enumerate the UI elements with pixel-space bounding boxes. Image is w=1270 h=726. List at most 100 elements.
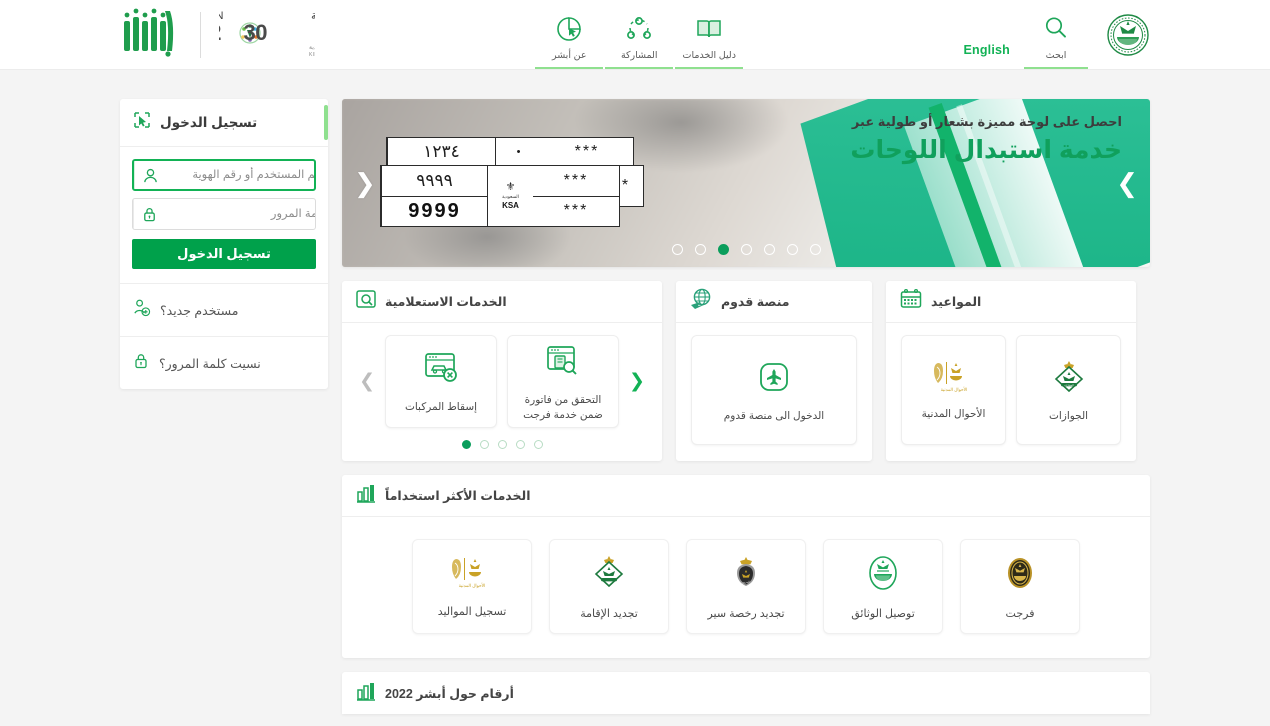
tile-label: التحقق من فاتورة ضمن خدمة فرجت — [523, 394, 603, 421]
card-header: الخدمات الأكثر استخداماً — [342, 475, 1150, 517]
svg-text:KINGDOM OF SAUDI ARABIA: KINGDOM OF SAUDI ARABIA — [309, 52, 315, 58]
card-absher-stats: أرقام حول أبشر 2022 — [342, 672, 1150, 714]
forgot-password-link[interactable]: نسيت كلمة المرور؟ — [120, 336, 328, 389]
airplane-rounded-icon — [754, 357, 794, 402]
login-column: تسجيل الدخول اسم المستخدم أو رقم الهوية … — [120, 99, 328, 714]
inquiry-search-icon — [355, 288, 377, 315]
username-field-wrap[interactable] — [132, 159, 316, 191]
logo-divider — [200, 11, 202, 58]
moi-emblem-logo[interactable] — [1102, 0, 1150, 69]
lock-question-icon — [132, 352, 150, 375]
inquiry-dot[interactable] — [479, 440, 489, 449]
most-used-item-document-delivery[interactable]: توصيل الوثائق — [823, 539, 943, 634]
svg-text:رؤيــــة: رؤيــــة — [311, 10, 315, 22]
inquiry-dot-active[interactable] — [461, 440, 471, 449]
search-button[interactable]: ابحث — [1024, 0, 1088, 69]
tile-civil-affairs[interactable]: الأحوال المدنية الأحوال المدنية — [901, 335, 1006, 445]
login-card: تسجيل الدخول اسم المستخدم أو رقم الهوية … — [120, 99, 328, 389]
share-icon — [625, 14, 653, 44]
license-plate-top: ١٢٣٤ • *** — [386, 137, 634, 167]
bar-chart-icon — [355, 680, 377, 707]
svg-text:المرور: المرور — [741, 580, 750, 584]
banner-dots — [342, 244, 1150, 255]
vision-2030-logo[interactable]: رؤيــــة VISION 2 30 المملكة العرب — [178, 6, 385, 63]
header-logos: رؤيــــة VISION 2 30 المملكة العرب — [120, 0, 385, 69]
most-used-item-farjat[interactable]: فرجت — [960, 539, 1080, 634]
card-most-used-services: الخدمات الأكثر استخداماً الأحوال المدنية… — [342, 475, 1150, 658]
password-input[interactable] — [165, 199, 315, 229]
banner-dot[interactable] — [763, 244, 775, 255]
banner-prev-arrow[interactable]: ❯ — [1116, 170, 1138, 196]
service-cards-row: الخدمات الاستعلامية ❯ إسقاط المركبات الت… — [342, 281, 1150, 461]
passports-logo — [588, 553, 630, 598]
card-header: المواعيد — [886, 281, 1136, 323]
nav-tab-services-guide[interactable]: دليل الخدمات — [675, 0, 744, 69]
nav-tab-about-absher[interactable]: عن أبشر — [535, 0, 604, 69]
tile-label: الجوازات — [1048, 409, 1089, 422]
tile-passports[interactable]: الجوازات الجوازات — [1016, 335, 1121, 445]
card-body: ❯ إسقاط المركبات التحقق من فاتورة ضمن خد… — [342, 323, 662, 461]
most-used-label: تسجيل المواليد — [437, 606, 507, 618]
password-field-wrap[interactable] — [132, 198, 316, 230]
banner-title: خدمة استبدال اللوحات — [850, 136, 1122, 165]
book-icon — [695, 14, 723, 44]
plate-latin-numerals: 9999 — [408, 199, 461, 222]
banner-dot[interactable] — [740, 244, 752, 255]
most-used-label: تجديد رخصة سير — [707, 608, 785, 620]
banner-dot[interactable] — [671, 244, 683, 255]
header-utilities: English ابحث — [963, 0, 1150, 69]
svg-text:الجوازات: الجوازات — [1064, 383, 1074, 387]
traffic-logo: المرور — [726, 553, 766, 598]
login-submit-button[interactable]: تسجيل الدخول — [132, 239, 316, 269]
login-form: تسجيل الدخول — [120, 147, 328, 283]
inquiry-dot[interactable] — [515, 440, 525, 449]
banner-dot[interactable] — [786, 244, 798, 255]
login-card-header: تسجيل الدخول — [120, 99, 328, 147]
plate-arabic-numerals-top: ١٢٣٤ — [423, 142, 460, 162]
banner-dot-active[interactable] — [717, 244, 729, 255]
tile-vehicle-scrap[interactable]: إسقاط المركبات — [385, 335, 497, 428]
plate-ksa-arabic: السعودية — [502, 194, 519, 199]
civil-affairs-logo: الأحوال المدنية — [932, 359, 976, 400]
login-title: تسجيل الدخول — [160, 114, 258, 130]
tile-invoice-check[interactable]: التحقق من فاتورة ضمن خدمة فرجت — [507, 335, 619, 428]
language-switch-link[interactable]: English — [963, 0, 1010, 69]
most-used-item-renew-vehicle-license[interactable]: المرور تجديد رخصة سير — [686, 539, 806, 634]
most-used-label: توصيل الوثائق — [851, 608, 915, 620]
inquiry-prev-arrow[interactable]: ❯ — [359, 335, 375, 428]
svg-text:الأحوال المدنية: الأحوال المدنية — [459, 582, 486, 588]
svg-text:المملكة العربية السعودية: المملكة العربية السعودية — [309, 44, 315, 51]
tile-label: إسقاط المركبات — [404, 401, 478, 414]
plate-letters-bottom: *** — [563, 202, 589, 220]
inquiry-dot[interactable] — [533, 440, 543, 449]
nav-tab-participation[interactable]: المشاركة — [605, 0, 674, 69]
plate-letters-top: *** — [574, 143, 600, 160]
new-user-link[interactable]: مستخدم جديد؟ — [120, 283, 328, 336]
banner-dot[interactable] — [694, 244, 706, 255]
card-appointments: المواعيد الأحوال المدنية الأحوال المدنية… — [886, 281, 1136, 461]
banner-dot[interactable] — [809, 244, 821, 255]
username-input[interactable] — [166, 161, 314, 189]
search-icon — [1043, 15, 1069, 46]
absher-logo[interactable] — [120, 7, 182, 62]
plate-arabic-numerals-main: ٩٩٩٩ — [416, 170, 453, 191]
tile-label: الأحوال المدنية — [921, 407, 986, 420]
svg-text:الأحوال المدنية: الأحوال المدنية — [940, 386, 967, 392]
site-header: رؤيــــة VISION 2 30 المملكة العرب — [0, 0, 1270, 70]
nav-tab-label: دليل الخدمات — [682, 50, 736, 61]
tile-enter-qadoum[interactable]: الدخول الى منصة قدوم — [691, 335, 857, 445]
license-plate-main: ٩٩٩٩ 9999 ⚜ السعودية KSA *** *** — [380, 165, 620, 227]
search-label: ابحث — [1045, 50, 1067, 61]
card-title: منصة قدوم — [721, 295, 790, 309]
inquiry-next-arrow[interactable]: ❮ — [629, 335, 645, 428]
forgot-password-label: نسيت كلمة المرور؟ — [159, 356, 261, 371]
login-cursor-icon — [132, 110, 152, 135]
inquiry-dot[interactable] — [497, 440, 507, 449]
card-header: منصة قدوم — [676, 281, 872, 323]
most-used-item-birth-registration[interactable]: الأحوال المدنية تسجيل المواليد — [412, 539, 532, 634]
banner-next-arrow[interactable]: ❮ — [354, 170, 376, 196]
main-column: احصل على لوحة مميزة بشعار أو طولية عبر خ… — [342, 99, 1150, 714]
promo-banner-carousel[interactable]: احصل على لوحة مميزة بشعار أو طولية عبر خ… — [342, 99, 1150, 267]
lock-icon — [133, 199, 165, 229]
most-used-item-renew-residency[interactable]: تجديد الإقامة — [549, 539, 669, 634]
